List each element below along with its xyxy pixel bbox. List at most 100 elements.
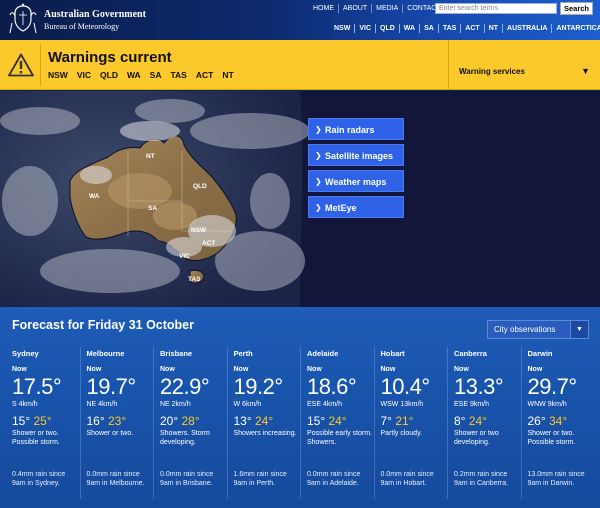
now-label: Now [12, 366, 27, 373]
city-forecast-melbourne[interactable]: Melbourne Now 19.7° NE 4km/h 16° 23° Sho… [79, 347, 154, 499]
city-forecast-perth[interactable]: Perth Now 19.2° W 6km/h 13° 24° Showers … [226, 347, 301, 499]
map-label-nt[interactable]: NT [146, 153, 155, 160]
warning-link-wa[interactable]: WA [127, 70, 141, 80]
city-forecast-canberra[interactable]: Canberra Now 13.3° ESE 9km/h 8° 24° Show… [447, 347, 521, 499]
warning-link-nsw[interactable]: NSW [48, 70, 68, 80]
statenav-qld-link[interactable]: QLD [375, 24, 399, 33]
warnings-title[interactable]: Warnings current [48, 49, 172, 66]
meteye-link[interactable]: ❯ MetEye [308, 196, 404, 218]
coat-of-arms-logo[interactable] [6, 3, 40, 36]
current-temperature: 18.6° [307, 374, 357, 399]
chevron-down-icon[interactable]: ▼ [570, 321, 588, 338]
satellite-images-link[interactable]: ❯ Satellite images [308, 144, 404, 166]
statenav-vic-link[interactable]: VIC [354, 24, 375, 33]
map-label-vic[interactable]: VIC [179, 253, 190, 260]
rain-since-9am: 0.2mm rain since 9am in Canberra. [454, 471, 509, 487]
city-name[interactable]: Darwin [528, 349, 595, 358]
topnav-home-link[interactable]: HOME [309, 4, 338, 13]
city-forecast-hobart[interactable]: Hobart Now 10.4° WSW 13km/h 7° 21° Partl… [373, 347, 448, 499]
wind-reading: W 6km/h [233, 401, 262, 408]
wind-reading: S 4km/h [12, 401, 38, 408]
city-forecast-adelaide[interactable]: Adelaide Now 18.6° ESE 4km/h 15° 24° Pos… [300, 347, 374, 499]
now-label: Now [380, 366, 396, 373]
weather-maps-link[interactable]: ❯ Weather maps [308, 170, 404, 192]
forecast-description: Partly cloudy. [380, 430, 423, 437]
rain-radars-label: Rain radars [325, 125, 375, 135]
min-temp: 7° [380, 414, 392, 428]
bureau-title[interactable]: Bureau of Meteorology [44, 22, 119, 31]
topnav-media-link[interactable]: MEDIA [371, 4, 402, 13]
map-label-qld[interactable]: QLD [193, 183, 207, 190]
forecast-description: Possible early storm. Showers. [307, 430, 372, 446]
city-forecast-brisbane[interactable]: Brisbane Now 22.9° NE 2km/h 20° 28° Show… [153, 347, 227, 499]
min-max-temps: 13° 24° [234, 414, 301, 428]
city-name[interactable]: Sydney [12, 349, 80, 358]
map-label-tas[interactable]: TAS [188, 276, 201, 283]
search-button[interactable]: Search [560, 2, 593, 15]
warning-link-vic[interactable]: VIC [77, 70, 91, 80]
min-max-temps: 7° 21° [381, 414, 448, 428]
wind-reading: WNW 9km/h [527, 401, 567, 408]
forecast-title: Forecast for Friday 31 October [12, 318, 195, 332]
now-label: Now [160, 366, 175, 373]
statenav-sa-link[interactable]: SA [419, 24, 438, 33]
city-name[interactable]: Adelaide [307, 349, 374, 358]
max-temp: 24° [255, 414, 274, 428]
rain-since-9am: 0.4mm rain since 9am in Sydney. [12, 471, 66, 487]
city-observations-select[interactable]: City observations ▼ [487, 320, 589, 339]
city-name[interactable]: Melbourne [87, 349, 154, 358]
satellite-images-label: Satellite images [325, 151, 394, 161]
current-temperature: 22.9° [160, 374, 210, 399]
statenav-australia-link[interactable]: AUSTRALIA [502, 24, 551, 33]
city-forecast-darwin[interactable]: Darwin Now 29.7° WNW 9km/h 26° 34° Showe… [520, 347, 595, 499]
chevron-right-icon: ❯ [315, 151, 322, 160]
rain-since-9am: 0.0mm rain since 9am in Melbourne. [86, 471, 145, 487]
city-name[interactable]: Canberra [454, 349, 521, 358]
city-name[interactable]: Hobart [381, 349, 448, 358]
warning-link-sa[interactable]: SA [150, 70, 162, 80]
warning-services-dropdown[interactable]: Warning services ▼ [448, 40, 600, 90]
warning-link-act[interactable]: ACT [196, 70, 213, 80]
topnav-about-link[interactable]: ABOUT [338, 4, 371, 13]
max-temp: 24° [328, 414, 347, 428]
map-label-nsw[interactable]: NSW [191, 227, 207, 234]
warnings-divider [40, 44, 41, 86]
statenav-wa-link[interactable]: WA [398, 24, 419, 33]
forecast-description: Shower or two developing. [454, 430, 499, 446]
min-max-temps: 20° 28° [160, 414, 227, 428]
now-label: Now [233, 366, 249, 373]
site-header: Australian Government Bureau of Meteorol… [0, 0, 600, 40]
warning-link-nt[interactable]: NT [222, 70, 233, 80]
warning-link-qld[interactable]: QLD [100, 70, 118, 80]
map-label-wa[interactable]: WA [89, 193, 100, 200]
city-name[interactable]: Brisbane [160, 349, 227, 358]
min-temp: 16° [86, 414, 105, 428]
rain-since-9am: 1.6mm rain since 9am in Perth. [233, 471, 287, 487]
statenav-nt-link[interactable]: NT [483, 24, 502, 33]
search-input[interactable]: Enter search terms [435, 3, 557, 14]
city-forecast-sydney[interactable]: Sydney Now 17.5° S 4km/h 15° 25° Shower … [6, 347, 80, 499]
min-max-temps: 8° 24° [454, 414, 521, 428]
forecast-panel: Forecast for Friday 31 October City obse… [0, 307, 600, 508]
now-label: Now [454, 366, 469, 373]
warnings-state-links: NSW VIC QLD WA SA TAS ACT NT [48, 70, 243, 80]
warning-services-label: Warning services [459, 67, 525, 76]
statenav-act-link[interactable]: ACT [460, 24, 483, 33]
forecast-description: Shower or two. Possible storm. [527, 430, 576, 446]
satellite-map[interactable]: NT QLD WA SA NSW ACT VIC TAS ❯ Rain radar… [0, 91, 600, 307]
statenav-tas-link[interactable]: TAS [437, 24, 460, 33]
statenav-antarctica-link[interactable]: ANTARCTICA [551, 24, 600, 33]
current-temperature: 29.7° [527, 374, 578, 399]
map-label-act[interactable]: ACT [202, 240, 215, 247]
forecast-description: Shower or two. [86, 430, 134, 437]
rain-since-9am: 0.0mm rain since 9am in Hobart. [380, 471, 434, 487]
rain-radars-link[interactable]: ❯ Rain radars [308, 118, 404, 140]
current-temperature: 19.2° [233, 374, 284, 399]
map-label-sa[interactable]: SA [148, 205, 157, 212]
current-temperature: 17.5° [12, 374, 62, 399]
warning-link-tas[interactable]: TAS [170, 70, 186, 80]
top-navigation: HOME ABOUT MEDIA CONTACTS [309, 4, 449, 13]
max-temp: 25° [33, 414, 52, 428]
city-name[interactable]: Perth [234, 349, 301, 358]
statenav-nsw-link[interactable]: NSW [330, 24, 354, 33]
